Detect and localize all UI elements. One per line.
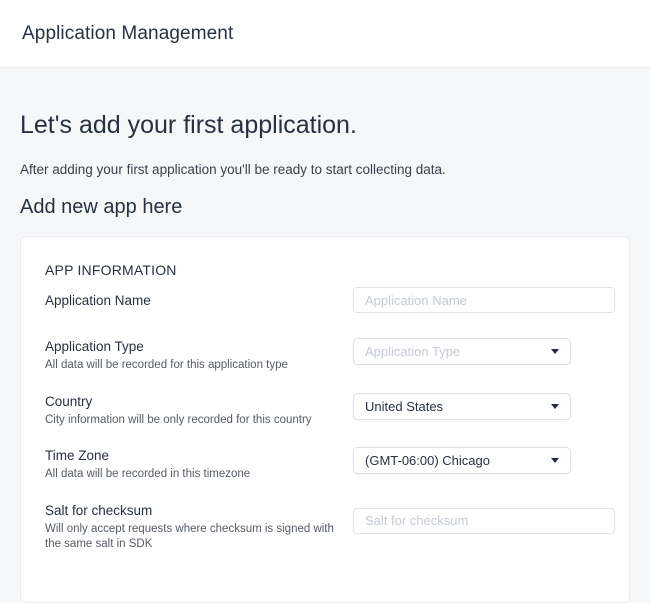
page-title: Application Management xyxy=(22,23,233,45)
chevron-down-icon xyxy=(551,349,559,354)
chevron-down-icon xyxy=(551,404,559,409)
country-select-value: United States xyxy=(365,399,443,414)
card-section-title: APP INFORMATION xyxy=(45,262,615,279)
intro-subtitle: After adding your first application you'… xyxy=(20,161,630,179)
application-type-select-value: Application Type xyxy=(365,344,460,359)
country-label: Country xyxy=(45,393,343,410)
time-zone-select-value: (GMT-06:00) Chicago xyxy=(365,453,490,468)
time-zone-help: All data will be recorded in this timezo… xyxy=(45,467,343,483)
country-help: City information will be only recorded f… xyxy=(45,413,343,429)
content-area: Let's add your first application. After … xyxy=(0,68,650,603)
application-type-label: Application Type xyxy=(45,338,343,355)
application-type-help: All data will be recorded for this appli… xyxy=(45,358,343,374)
form-row-application-name: Application Name xyxy=(45,287,615,313)
add-app-section-heading: Add new app here xyxy=(20,194,630,221)
application-name-input[interactable] xyxy=(353,287,615,313)
intro-heading: Let's add your first application. xyxy=(20,110,630,140)
country-select[interactable]: United States xyxy=(353,393,571,420)
salt-label: Salt for checksum xyxy=(45,502,343,519)
time-zone-label: Time Zone xyxy=(45,447,343,464)
time-zone-select[interactable]: (GMT-06:00) Chicago xyxy=(353,447,571,474)
application-name-label: Application Name xyxy=(45,292,343,309)
salt-help: Will only accept requests where checksum… xyxy=(45,522,343,553)
app-information-card: APP INFORMATION Application Name Applica… xyxy=(20,236,630,603)
form-row-salt-for-checksum: Salt for checksum Will only accept reque… xyxy=(45,502,615,553)
page-header: Application Management xyxy=(0,0,650,68)
application-type-select[interactable]: Application Type xyxy=(353,338,571,365)
form-row-time-zone: Time Zone All data will be recorded in t… xyxy=(45,447,615,483)
chevron-down-icon xyxy=(551,458,559,463)
salt-input[interactable] xyxy=(353,508,615,534)
form-row-country: Country City information will be only re… xyxy=(45,393,615,429)
form-row-application-type: Application Type All data will be record… xyxy=(45,338,615,374)
